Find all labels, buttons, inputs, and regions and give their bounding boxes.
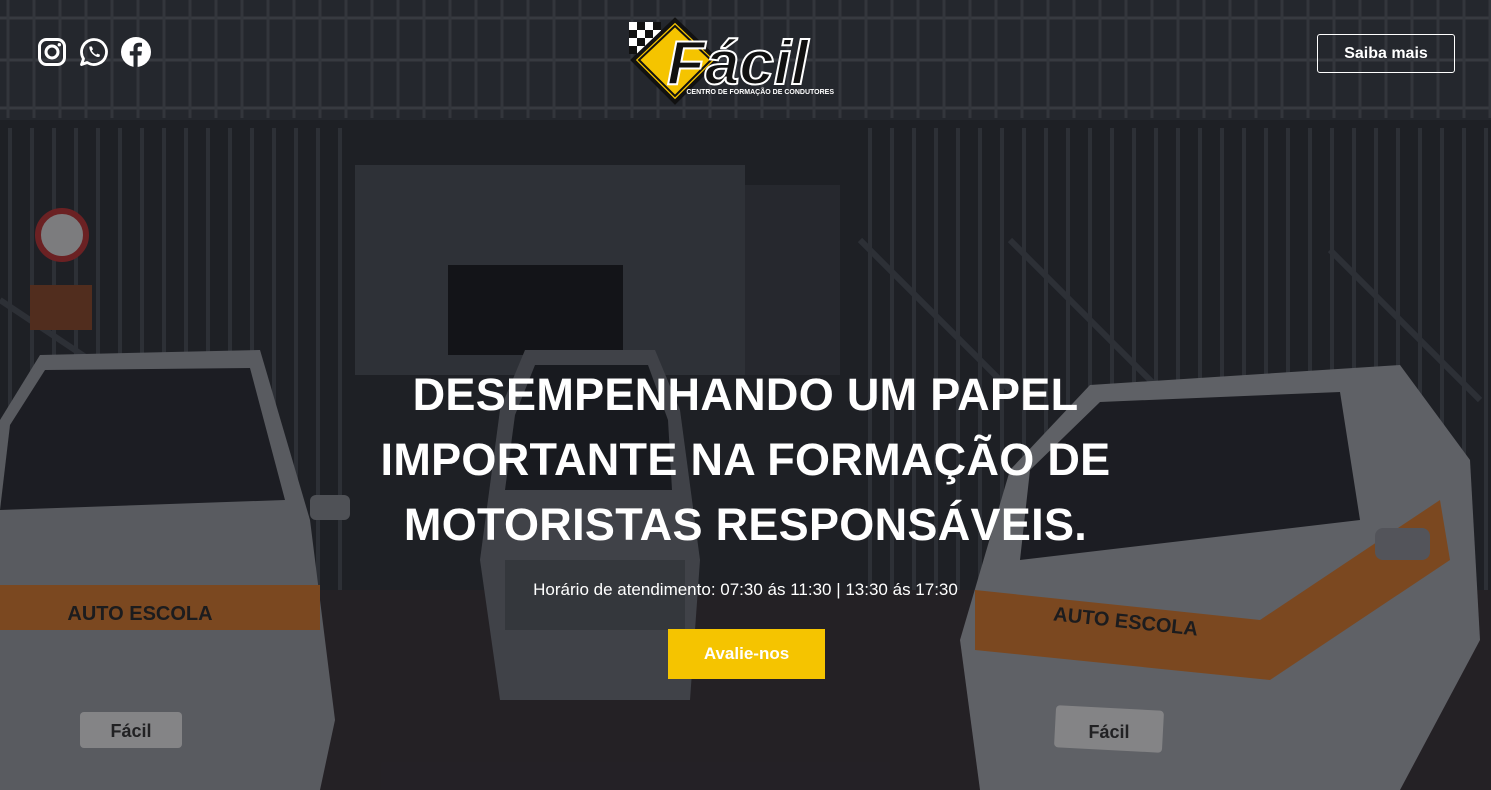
instagram-icon[interactable] [36,36,68,68]
avalie-nos-button[interactable]: Avalie-nos [668,629,825,679]
logo-wordmark: Fácil [667,29,810,98]
whatsapp-icon[interactable] [78,36,110,68]
opening-hours: Horário de atendimento: 07:30 ás 11:30 |… [533,580,958,599]
logo-tagline: CENTRO DE FORMAÇÃO DE CONDUTORES [686,87,834,96]
brand-logo[interactable]: Fácil CENTRO DE FORMAÇÃO DE CONDUTORES [627,12,837,108]
hero-headline: DESEMPENHANDO UM PAPEL IMPORTANTE NA FOR… [300,362,1191,557]
social-links [36,36,152,68]
headline-line-3: MOTORISTAS RESPONSÁVEIS. [403,499,1088,550]
hero-section: AUTO ESCOLA Fácil AUTO ESCOLA Fácil Fáci… [0,0,1491,790]
headline-line-2: IMPORTANTE NA FORMAÇÃO DE [380,434,1111,485]
facebook-icon[interactable] [120,36,152,68]
headline-line-1: DESEMPENHANDO UM PAPEL [412,369,1079,420]
saiba-mais-button[interactable]: Saiba mais [1317,34,1455,73]
